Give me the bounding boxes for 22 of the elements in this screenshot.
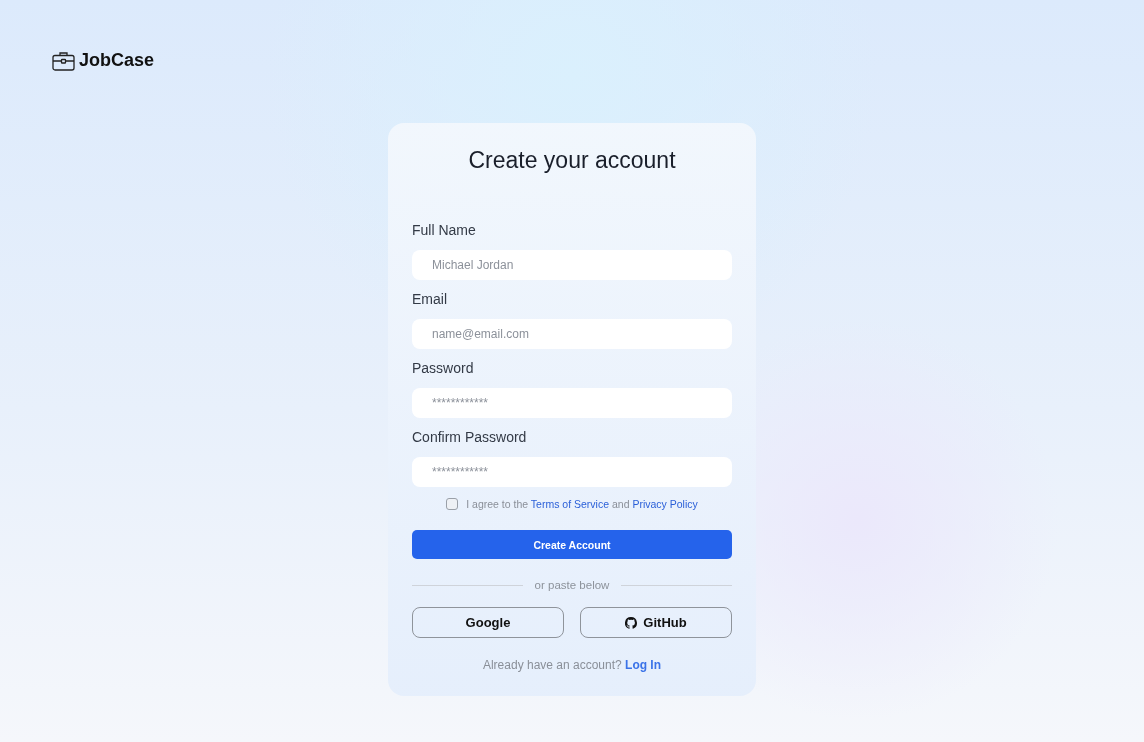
login-prompt: Already have an account? Log In — [481, 658, 663, 672]
form-title: Create your account — [467, 147, 677, 174]
briefcase-icon — [52, 50, 75, 71]
input-field[interactable]: Michael Jordan — [412, 250, 732, 280]
github-icon — [625, 616, 638, 629]
input-field[interactable]: ************ — [412, 457, 732, 487]
create-account-button[interactable]: Create Account — [412, 530, 732, 559]
field-label: Full Name — [412, 222, 477, 238]
policy-link[interactable]: Terms of Service — [530, 498, 610, 510]
field-label: Email — [412, 291, 448, 307]
field-label: Password — [412, 360, 475, 376]
agree-checkbox[interactable] — [446, 498, 459, 510]
divider-text: or paste below — [534, 579, 610, 591]
social-login-button[interactable]: Google — [412, 607, 564, 638]
field-label: Confirm Password — [412, 429, 528, 445]
policy-link[interactable]: Privacy Policy — [632, 498, 698, 510]
login-link[interactable]: Log In — [625, 658, 662, 672]
social-login-button[interactable]: GitHub — [580, 607, 732, 638]
brand-name: JobCase — [79, 50, 155, 71]
input-field[interactable]: name@email.com — [412, 319, 732, 349]
agreement-text: I agree to the Terms of Service and Privacy Policy — [466, 498, 698, 510]
input-field[interactable]: ************ — [412, 388, 732, 418]
